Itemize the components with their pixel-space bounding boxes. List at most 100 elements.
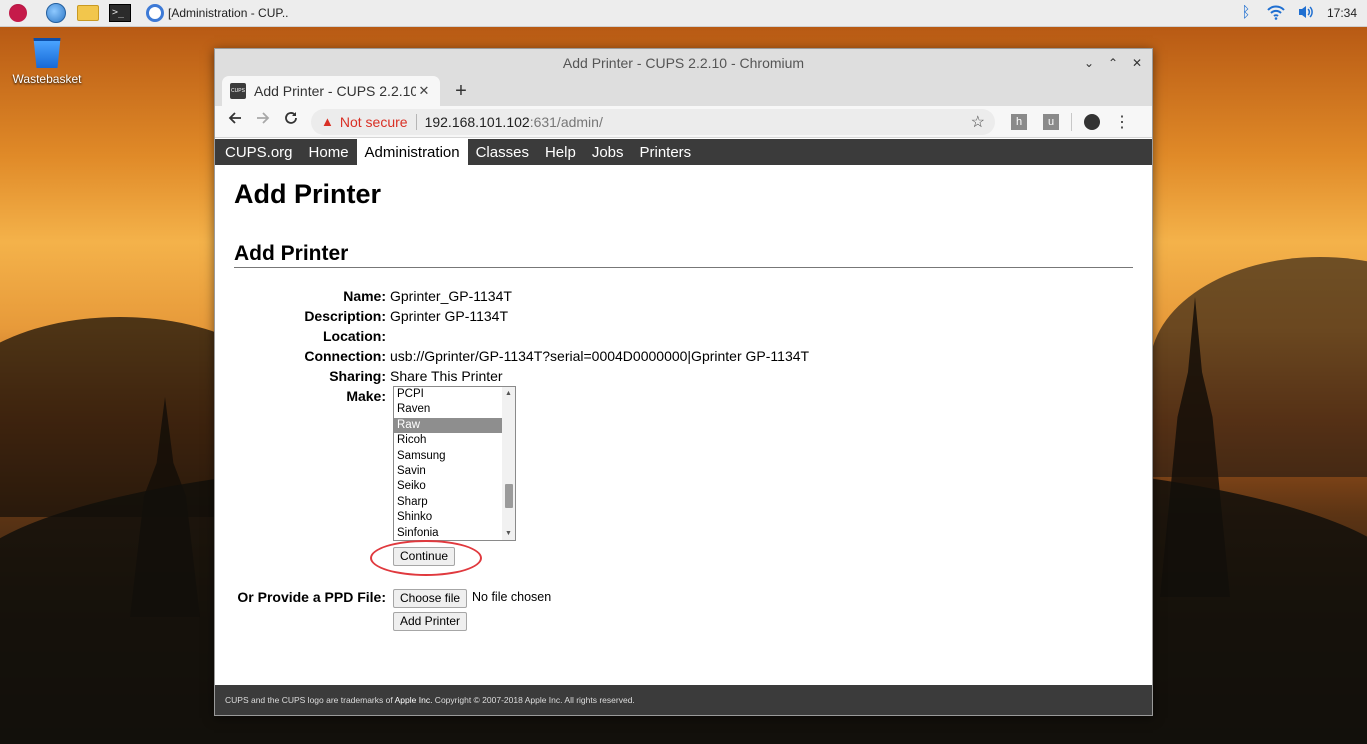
nav-home[interactable]: Home: [301, 139, 357, 165]
section-title: Add Printer: [234, 242, 349, 265]
make-option[interactable]: Ricoh: [394, 433, 502, 448]
browser-toolbar: ▲ Not secure 192.168.101.102:631/admin/ …: [215, 106, 1152, 138]
connection-label: Connection:: [304, 348, 386, 364]
folder-icon: [77, 5, 99, 21]
url-host: 192.168.101.102: [424, 113, 530, 130]
browser-tab[interactable]: CUPS Add Printer - CUPS 2.2.10 ✕: [222, 76, 440, 106]
location-label: Location:: [323, 328, 386, 344]
make-option[interactable]: Savin: [394, 464, 502, 479]
sharing-value: Share This Printer: [390, 368, 503, 384]
terminal-icon: >_: [109, 4, 131, 22]
web-browser-launcher[interactable]: [44, 2, 68, 24]
field-description: Description: Gprinter GP-1134T: [215, 308, 508, 324]
name-label: Name:: [343, 288, 386, 304]
file-manager-launcher[interactable]: [76, 2, 100, 24]
make-option[interactable]: Samsung: [394, 449, 502, 464]
make-listbox[interactable]: PCPI Raven Raw Ricoh Samsung Savin Seiko…: [393, 386, 516, 541]
make-option-selected[interactable]: Raw: [394, 417, 502, 434]
window-title: Add Printer - CUPS 2.2.10 - Chromium: [562, 54, 805, 71]
close-icon[interactable]: ✕: [1130, 56, 1144, 70]
page-footer: CUPS and the CUPS logo are trademarks of…: [215, 685, 1152, 715]
nav-help[interactable]: Help: [537, 139, 584, 165]
terminal-launcher[interactable]: >_: [108, 2, 132, 24]
section-divider: [234, 267, 1133, 268]
scroll-up-icon[interactable]: ▲: [502, 387, 515, 400]
chromium-icon: [146, 4, 164, 22]
field-connection: Connection: usb://Gprinter/GP-1134T?seri…: [215, 348, 809, 364]
chevron-down-icon[interactable]: ⌄: [1082, 56, 1096, 70]
address-separator: [415, 113, 417, 130]
maximize-icon[interactable]: ⌃: [1106, 56, 1120, 70]
field-sharing: Sharing: Share This Printer: [215, 368, 503, 384]
wifi-icon[interactable]: [1267, 4, 1285, 22]
no-file-text: No file chosen: [472, 590, 552, 604]
star-icon[interactable]: ☆: [971, 112, 985, 132]
tab-title: Add Printer - CUPS 2.2.10: [254, 83, 416, 99]
make-option[interactable]: Sharp: [394, 495, 502, 510]
footer-text: CUPS and the CUPS logo are trademarks of: [225, 695, 395, 705]
url-path: :631/admin/: [529, 113, 603, 130]
sharing-label: Sharing:: [329, 368, 386, 384]
cups-page: CUPS.org Home Administration Classes Hel…: [215, 139, 1152, 715]
nav-cups-org[interactable]: CUPS.org: [217, 139, 301, 165]
make-option[interactable]: PCPI: [394, 387, 502, 402]
desktop-wastebasket[interactable]: Wastebasket: [8, 38, 86, 86]
scroll-down-icon[interactable]: ▼: [502, 527, 515, 540]
nav-administration[interactable]: Administration: [356, 139, 468, 165]
bluetooth-icon[interactable]: ᛒ: [1237, 4, 1255, 22]
nav-jobs[interactable]: Jobs: [584, 139, 632, 165]
page-title: Add Printer: [234, 179, 382, 209]
make-option[interactable]: Shinko: [394, 510, 502, 525]
add-printer-button[interactable]: Add Printer: [393, 612, 468, 631]
wastebasket-label: Wastebasket: [12, 72, 82, 86]
tab-strip: CUPS Add Printer - CUPS 2.2.10 ✕ +: [215, 76, 1152, 106]
make-option[interactable]: Sinfonia: [394, 526, 502, 540]
warning-triangle-icon[interactable]: ▲: [321, 114, 334, 129]
field-ppd: Or Provide a PPD File:: [215, 589, 390, 605]
address-bar[interactable]: ▲ Not secure 192.168.101.102:631/admin/ …: [311, 108, 995, 135]
description-label: Description:: [304, 308, 386, 324]
annotation-highlight-oval: [370, 540, 482, 576]
taskbar: >_ [Administration - CUP... ᛒ 17:34: [0, 0, 1367, 27]
browser-window: Add Printer - CUPS 2.2.10 - Chromium ⌄ ⌃…: [214, 48, 1153, 716]
globe-icon: [46, 3, 66, 23]
volume-icon[interactable]: [1297, 4, 1315, 22]
field-location: Location:: [215, 328, 390, 344]
footer-copyright: Copyright © 2007-2018 Apple Inc. All rig…: [432, 695, 635, 705]
tab-close-icon[interactable]: ✕: [416, 83, 432, 99]
clock[interactable]: 17:34: [1327, 6, 1357, 20]
footer-apple-link[interactable]: Apple Inc.: [395, 695, 433, 705]
raspberry-menu-button[interactable]: [6, 2, 30, 24]
forward-arrow-icon[interactable]: [249, 108, 277, 136]
window-titlebar[interactable]: Add Printer - CUPS 2.2.10 - Chromium ⌄ ⌃…: [215, 49, 1152, 76]
taskbar-window-label: [Administration - CUP...: [168, 6, 288, 20]
scrollbar-thumb[interactable]: [505, 484, 513, 508]
profile-avatar-icon[interactable]: [1084, 113, 1100, 130]
cups-favicon-icon: CUPS: [230, 83, 246, 99]
nav-classes[interactable]: Classes: [468, 139, 537, 165]
description-value: Gprinter GP-1134T: [390, 308, 509, 324]
nav-printers[interactable]: Printers: [632, 139, 700, 165]
field-make: Make:: [215, 388, 390, 404]
name-value: Gprinter_GP-1134T: [390, 288, 512, 304]
make-option[interactable]: Seiko: [394, 479, 502, 494]
reload-icon[interactable]: [277, 108, 305, 136]
kebab-menu-icon[interactable]: ⋮: [1114, 112, 1130, 132]
ppd-label: Or Provide a PPD File:: [237, 589, 386, 605]
connection-value: usb://Gprinter/GP-1134T?serial=0004D0000…: [390, 348, 810, 364]
choose-file-button[interactable]: Choose file: [393, 589, 468, 608]
listbox-scrollbar[interactable]: ▲ ▼: [502, 387, 515, 540]
raspberry-icon: [9, 4, 27, 22]
new-tab-icon[interactable]: +: [450, 80, 472, 102]
make-label: Make:: [346, 388, 386, 404]
extension-u-icon[interactable]: u: [1043, 113, 1059, 130]
wastebasket-icon: [33, 38, 61, 68]
make-option[interactable]: Raven: [394, 402, 502, 417]
security-status[interactable]: Not secure: [340, 114, 408, 130]
back-arrow-icon[interactable]: [221, 108, 249, 136]
extension-h-icon[interactable]: h: [1011, 113, 1027, 130]
taskbar-window-button[interactable]: [Administration - CUP...: [142, 2, 288, 25]
toolbar-separator: [1071, 112, 1072, 131]
field-name: Name: Gprinter_GP-1134T: [215, 288, 512, 304]
cups-navbar: CUPS.org Home Administration Classes Hel…: [215, 139, 1152, 165]
